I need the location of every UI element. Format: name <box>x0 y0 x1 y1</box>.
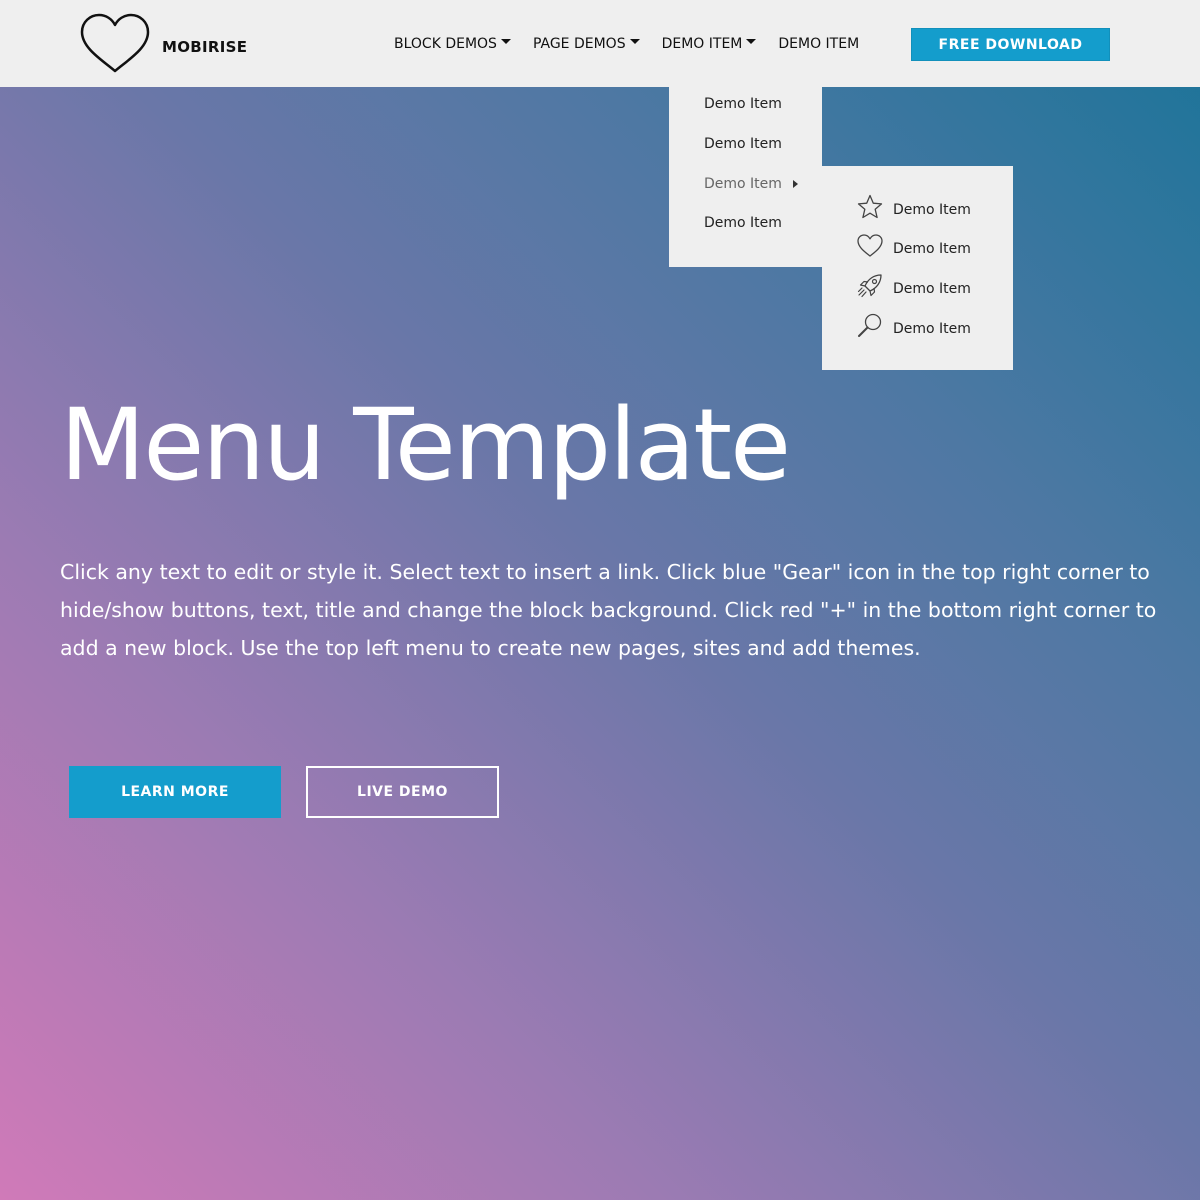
brand[interactable]: MOBIRISE <box>78 12 247 81</box>
dropdown-item[interactable]: Demo Item <box>704 215 782 231</box>
nav-item-label: BLOCK DEMOS <box>394 35 497 52</box>
nav-item-demo-item-dropdown[interactable]: DEMO ITEM <box>662 36 757 52</box>
free-download-button[interactable]: FREE DOWNLOAD <box>911 28 1110 61</box>
nav-item-label: DEMO ITEM <box>778 35 860 52</box>
nav-item-demo-item[interactable]: DEMO ITEM <box>778 36 859 52</box>
navbar: MOBIRISE BLOCK DEMOS PAGE DEMOS DEMO ITE… <box>0 0 1200 87</box>
submenu-item-label: Demo Item <box>893 201 971 218</box>
dropdown-menu: Demo Item Demo Item Demo Item Demo Item <box>669 87 822 267</box>
search-icon <box>856 312 884 345</box>
submenu-item-label: Demo Item <box>893 320 971 337</box>
brand-name: MOBIRISE <box>162 37 248 56</box>
dropdown-item-label: Demo Item <box>704 136 782 152</box>
submenu-item-label: Demo Item <box>893 240 971 257</box>
submenu-item-label: Demo Item <box>893 280 971 297</box>
learn-more-button[interactable]: LEARN MORE <box>69 766 281 818</box>
live-demo-button[interactable]: LIVE DEMO <box>306 766 499 818</box>
hero-title: Menu Template <box>60 388 791 503</box>
submenu-item[interactable]: Demo Item <box>856 272 971 305</box>
nav-item-page-demos[interactable]: PAGE DEMOS <box>533 36 640 52</box>
hero-description: Click any text to edit or style it. Sele… <box>60 560 1157 660</box>
dropdown-item[interactable]: Demo Item <box>704 96 782 112</box>
heart-icon <box>856 232 884 265</box>
main-nav: BLOCK DEMOS PAGE DEMOS DEMO ITEM DEMO IT… <box>394 0 881 87</box>
heart-icon <box>78 12 152 81</box>
rocket-icon <box>856 272 884 305</box>
caret-down-icon <box>746 39 757 44</box>
submenu-item[interactable]: Demo Item <box>856 232 971 265</box>
dropdown-item-with-submenu[interactable]: Demo Item <box>704 176 798 192</box>
dropdown-item-label: Demo Item <box>704 176 782 192</box>
dropdown-item[interactable]: Demo Item <box>704 136 782 152</box>
dropdown-item-label: Demo Item <box>704 96 782 112</box>
submenu-item[interactable]: Demo Item <box>856 193 971 226</box>
caret-down-icon <box>500 39 511 44</box>
nav-item-label: DEMO ITEM <box>661 35 743 52</box>
nav-item-label: PAGE DEMOS <box>532 35 626 52</box>
submenu: Demo Item Demo Item Demo Item Demo Item <box>822 166 1013 370</box>
nav-item-block-demos[interactable]: BLOCK DEMOS <box>394 36 511 52</box>
caret-down-icon <box>629 39 640 44</box>
submenu-item[interactable]: Demo Item <box>856 312 971 345</box>
caret-right-icon <box>792 180 798 188</box>
page: Menu Template Click any text to edit or … <box>0 0 1200 1200</box>
dropdown-item-label: Demo Item <box>704 215 782 231</box>
star-icon <box>856 193 884 226</box>
hero-section: Menu Template Click any text to edit or … <box>0 0 1200 1200</box>
